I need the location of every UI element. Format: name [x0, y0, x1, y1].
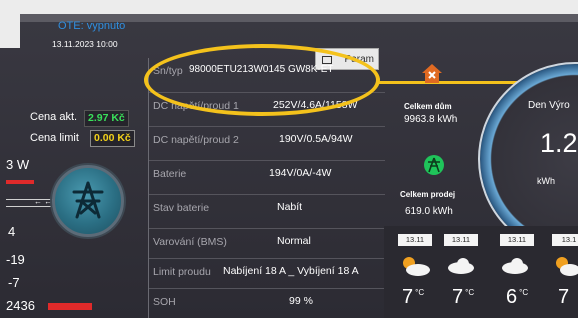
gauge-unit: kWh: [537, 176, 555, 186]
sold-total-label: Celkem prodej: [400, 190, 456, 199]
row-label: Baterie: [153, 168, 187, 180]
weather-date: 13.11: [500, 234, 534, 246]
grid-sell-icon: [424, 155, 444, 175]
row-value: Nabíjení 18 A _ Vybíjení 18 A: [223, 265, 359, 277]
row-label: Limit proudu: [153, 266, 211, 278]
value-4: 4: [8, 224, 16, 239]
sold-total-value: 619.0 kWh: [405, 206, 453, 217]
left-frame: [0, 0, 20, 48]
table-row: Stav baterie Nabít: [149, 194, 385, 221]
cloud-icon: [500, 256, 530, 281]
partly-cloudy-icon: [552, 254, 578, 283]
price-now-value: 2.97 Kč: [84, 110, 129, 127]
grid-pylon-icon[interactable]: [52, 165, 124, 237]
temperature: 7: [558, 286, 570, 308]
power-bar: [6, 180, 34, 184]
table-row: Varování (BMS) Normal: [149, 228, 385, 255]
ote-date: 13.11.2023 10:00: [52, 39, 118, 49]
price-limit-label: Cena limit: [30, 132, 79, 144]
price-limit-value[interactable]: 0.00 Kč: [90, 130, 135, 147]
row-label: Varování (BMS): [153, 236, 227, 248]
temperature: 7 °C: [452, 286, 475, 308]
row-value: 99 %: [289, 295, 313, 307]
price-now-label: Cena akt.: [30, 111, 78, 123]
weather-date: 13.1: [552, 234, 578, 246]
value-m19: -19: [6, 252, 25, 267]
row-value: 190V/0.5A/94W: [279, 133, 353, 145]
gauge-value: 1.2: [540, 128, 578, 158]
weather-date: 13.11: [444, 234, 478, 246]
house-total-label: Celkem dům: [404, 102, 452, 111]
power-value: 3 W: [6, 157, 30, 172]
flow-arrows-icon: ← ←: [34, 197, 53, 206]
table-row: DC napětí/proud 2 190V/0.5A/94W: [149, 126, 385, 153]
ote-status[interactable]: OTE: vypnuto: [58, 20, 125, 32]
table-row: SOH 99 %: [149, 288, 385, 315]
row-value: Normal: [277, 235, 311, 247]
flow-line-bottom: [6, 206, 58, 207]
temperature: 6 °C: [506, 286, 529, 308]
dashboard: OTE: vypnuto 13.11.2023 10:00 Cena akt. …: [0, 0, 578, 318]
row-label: SOH: [153, 296, 176, 308]
highlight-oval: [144, 44, 380, 116]
house-icon: [421, 63, 443, 90]
weather-date: 13.11: [398, 234, 432, 246]
cloud-icon: [446, 256, 476, 281]
value-m7: -7: [8, 275, 20, 290]
row-value: 194V/0A/-4W: [269, 167, 332, 179]
house-total-value: 9963.8 kWh: [404, 114, 458, 125]
temperature: 7 °C: [402, 286, 425, 308]
table-row: Limit proudu Nabíjení 18 A _ Vybíjení 18…: [149, 258, 385, 285]
partly-cloudy-icon: [398, 254, 432, 283]
value-2436: 2436: [6, 298, 35, 313]
gauge-title: Den Výro: [528, 100, 570, 111]
row-value: Nabít: [277, 201, 303, 213]
row-label: DC napětí/proud 2: [153, 134, 239, 146]
row-label: Stav baterie: [153, 202, 210, 214]
consumption-bar: [48, 303, 92, 310]
table-row: Baterie 194V/0A/-4W: [149, 160, 385, 187]
